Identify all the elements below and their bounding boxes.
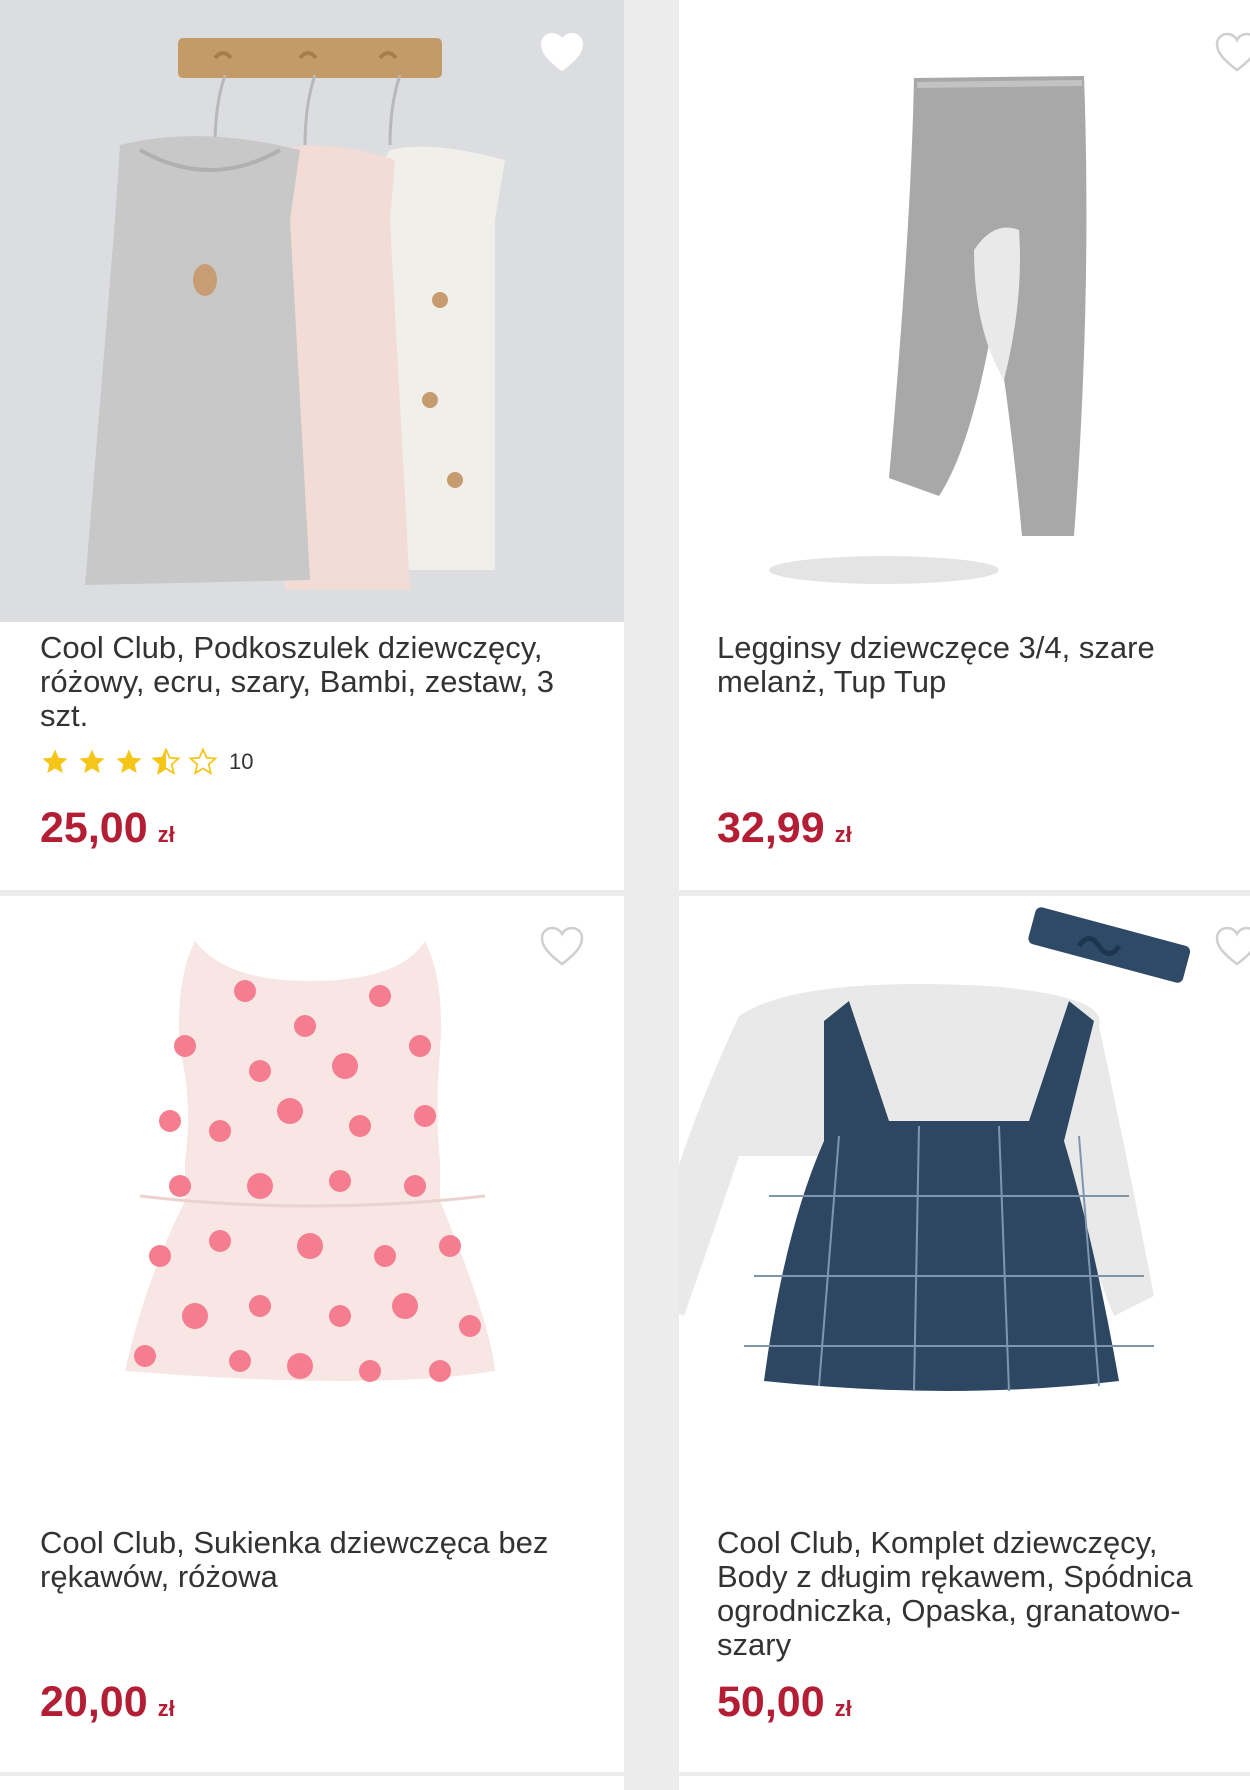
heart-outline-icon[interactable]	[540, 926, 584, 971]
product-image[interactable]	[679, 0, 1250, 622]
product-title[interactable]: Cool Club, Podkoszulek dziewczęcy, różow…	[40, 631, 606, 733]
product-card[interactable]	[679, 1776, 1250, 1790]
product-price: 50,00 zł	[717, 1678, 852, 1727]
price-value: 32,99	[717, 804, 825, 852]
star-half-icon	[151, 747, 181, 775]
product-price: 32,99 zł	[717, 804, 852, 853]
product-card[interactable]: Cool Club, Podkoszulek dziewczęcy, różow…	[0, 0, 624, 890]
product-card[interactable]	[0, 1776, 624, 1790]
price-value: 50,00	[717, 1678, 825, 1726]
product-image[interactable]	[679, 896, 1250, 1496]
rating-count: 10	[229, 749, 254, 774]
heart-outline-icon[interactable]	[1215, 32, 1250, 77]
product-title[interactable]: Cool Club, Komplet dziewczęcy, Body z dł…	[717, 1526, 1232, 1662]
product-price: 25,00 zł	[40, 804, 175, 853]
price-currency: zł	[834, 822, 852, 847]
star-icon	[42, 749, 68, 774]
price-currency: zł	[157, 1696, 175, 1721]
product-price: 20,00 zł	[40, 1678, 175, 1727]
price-currency: zł	[834, 1696, 852, 1721]
star-icon	[79, 749, 105, 774]
price-value: 25,00	[40, 804, 148, 852]
product-image[interactable]	[0, 896, 624, 1496]
product-card[interactable]: Legginsy dziewczęce 3/4, szare melanż, T…	[679, 0, 1250, 890]
price-value: 20,00	[40, 1678, 148, 1726]
product-image[interactable]	[0, 0, 624, 622]
product-title[interactable]: Cool Club, Sukienka dziewczęca bez rękaw…	[40, 1526, 606, 1594]
heart-filled-icon[interactable]	[540, 32, 584, 77]
product-card[interactable]: Cool Club, Sukienka dziewczęca bez rękaw…	[0, 896, 624, 1772]
product-title[interactable]: Legginsy dziewczęce 3/4, szare melanż, T…	[717, 631, 1232, 699]
heart-outline-icon[interactable]	[1215, 926, 1250, 971]
price-currency: zł	[157, 822, 175, 847]
rating: 10	[40, 747, 253, 777]
star-empty-icon	[188, 747, 218, 775]
star-icon	[116, 749, 142, 774]
product-card[interactable]: Cool Club, Komplet dziewczęcy, Body z dł…	[679, 896, 1250, 1772]
